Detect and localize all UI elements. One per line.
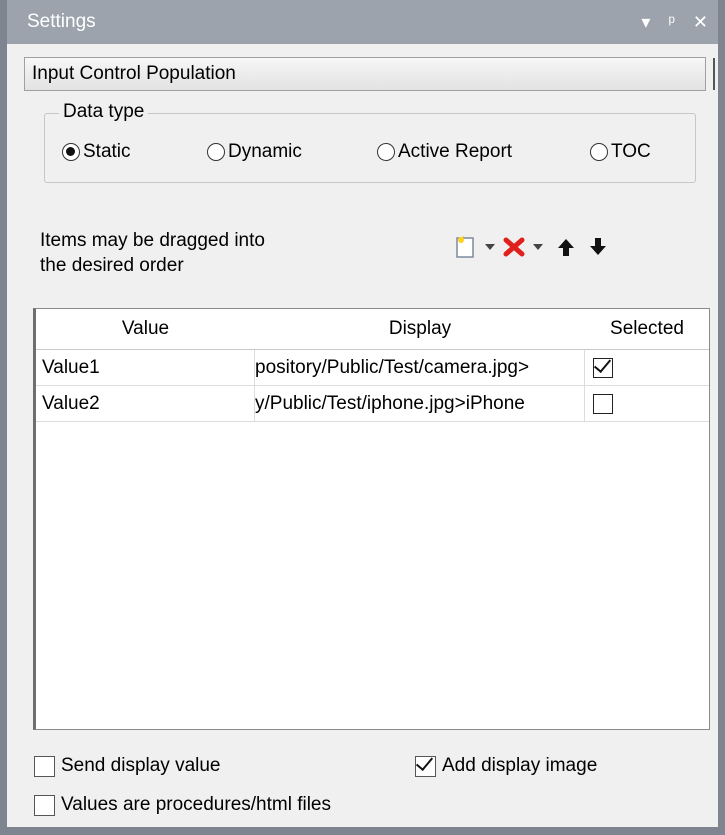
radio-dynamic[interactable]: Dynamic [207, 141, 302, 163]
radio-button[interactable] [62, 143, 80, 161]
delete-dropdown-icon[interactable] [533, 244, 543, 250]
new-item-dropdown-icon[interactable] [485, 244, 495, 250]
cell-selected[interactable] [585, 386, 709, 422]
move-down-icon[interactable] [587, 236, 609, 258]
radio-button[interactable] [207, 143, 225, 161]
close-icon[interactable]: ✕ [693, 0, 708, 44]
radio-button[interactable] [377, 143, 395, 161]
radio-label: Dynamic [228, 141, 302, 162]
column-header-display[interactable]: Display [255, 309, 586, 350]
cell-display[interactable]: y/Public/Test/iphone.jpg>iPhone [255, 386, 585, 422]
cell-value[interactable]: Value1 [36, 350, 255, 386]
cell-selected[interactable] [585, 350, 709, 386]
radio-label: TOC [611, 141, 651, 162]
radio-toc[interactable]: TOC [590, 141, 651, 163]
radio-static[interactable]: Static [62, 141, 131, 163]
drag-hint: Items may be dragged into the desired or… [40, 228, 265, 278]
items-grid[interactable]: Value Display Selected Value1 pository/P… [33, 308, 710, 730]
selected-checkbox[interactable] [593, 357, 613, 378]
radio-label: Active Report [398, 141, 513, 162]
splitter-grip[interactable] [713, 58, 715, 90]
move-up-icon[interactable] [555, 236, 577, 258]
data-type-group: Data type Static Dynamic Active Report T… [44, 101, 696, 183]
section-header: Input Control Population [24, 57, 715, 91]
items-toolbar [455, 232, 609, 262]
selected-checkbox[interactable] [593, 393, 613, 414]
column-header-selected[interactable]: Selected [585, 309, 709, 350]
values-are-procedures-label: Values are procedures/html files [61, 794, 331, 815]
cell-display-text: y/Public/Test/iphone.jpg>iPhone [255, 393, 525, 414]
new-item-icon[interactable] [455, 235, 477, 259]
dropdown-icon[interactable]: ▾ [641, 0, 650, 44]
cell-display[interactable]: pository/Public/Test/camera.jpg> [255, 350, 585, 386]
radio-button[interactable] [590, 143, 608, 161]
pin-icon[interactable]: ᵖ [668, 0, 674, 44]
hint-line-1: Items may be dragged into [40, 230, 265, 251]
add-display-image-checkbox[interactable] [415, 755, 436, 777]
values-are-procedures-option[interactable]: Values are procedures/html files [34, 794, 331, 816]
delete-icon[interactable] [503, 236, 525, 258]
hint-line-2: the desired order [40, 255, 184, 276]
send-display-value-label: Send display value [61, 755, 221, 776]
values-are-procedures-checkbox[interactable] [34, 794, 55, 816]
panel-title: Settings [27, 11, 96, 32]
radio-active-report[interactable]: Active Report [377, 141, 512, 163]
settings-panel: Settings ▾ ᵖ ✕ Input Control Population … [0, 0, 725, 835]
radio-label: Static [83, 141, 131, 162]
data-type-legend: Data type [59, 101, 149, 123]
cell-display-text: pository/Public/Test/camera.jpg> [255, 357, 530, 378]
add-display-image-label: Add display image [442, 755, 598, 776]
panel-titlebar[interactable]: Settings ▾ ᵖ ✕ [7, 0, 718, 44]
column-header-value[interactable]: Value [36, 309, 256, 350]
section-title: Input Control Population [32, 63, 236, 84]
send-display-value-checkbox[interactable] [34, 755, 55, 777]
cell-value[interactable]: Value2 [36, 386, 255, 422]
add-display-image-option[interactable]: Add display image [415, 755, 597, 777]
send-display-value-option[interactable]: Send display value [34, 755, 221, 777]
